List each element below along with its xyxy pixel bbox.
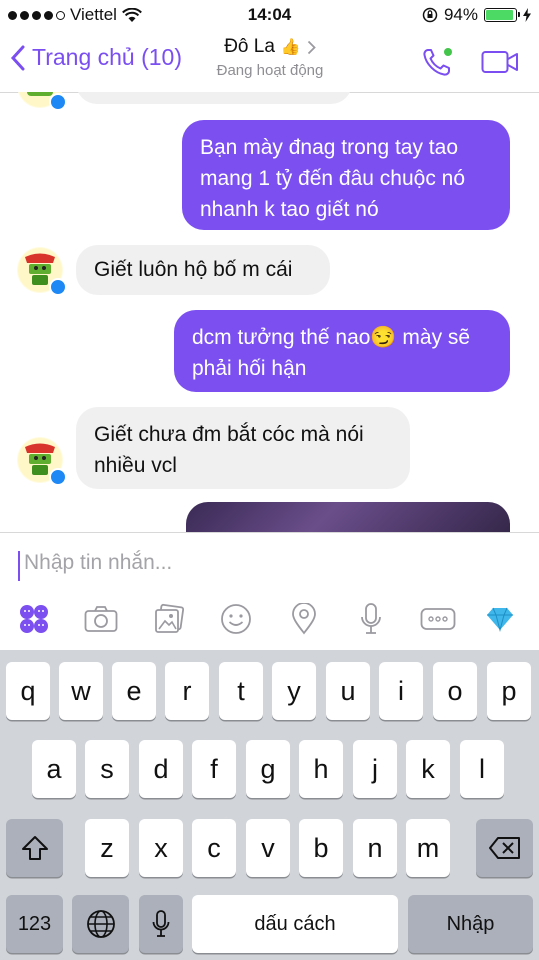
key-j[interactable]: j — [353, 740, 397, 798]
camera-button[interactable] — [83, 601, 119, 637]
key-o[interactable]: o — [433, 662, 477, 720]
key-q[interactable]: q — [6, 662, 50, 720]
microphone-icon — [152, 910, 170, 937]
messenger-badge-icon — [49, 468, 67, 486]
message-text: Giết chưa đm bắt cóc mà nói nhiều vcl — [94, 423, 364, 477]
charging-icon — [523, 8, 531, 22]
camera-icon — [84, 606, 118, 632]
backspace-key[interactable] — [476, 819, 533, 877]
message-input-placeholder: Nhập tin nhắn... — [24, 551, 173, 574]
message-bubble-outgoing[interactable]: Bạn mày đnag trong tay tao mang 1 tỷ đến… — [182, 120, 510, 230]
shift-icon — [21, 836, 48, 860]
back-label: Trang chủ (10) — [32, 44, 182, 70]
return-key[interactable]: Nhập — [408, 895, 533, 953]
key-x[interactable]: x — [139, 819, 183, 877]
message-input[interactable]: Nhập tin nhắn... — [18, 551, 504, 581]
message-bubble-incoming[interactable]: Giết chưa đm bắt cóc mà nói nhiều vcl — [76, 407, 410, 489]
globe-icon — [86, 910, 115, 938]
key-p[interactable]: p — [487, 662, 531, 720]
contact-avatar[interactable] — [17, 437, 67, 486]
more-options-button[interactable] — [420, 601, 456, 637]
photo-message[interactable] — [186, 502, 510, 532]
key-k[interactable]: k — [406, 740, 450, 798]
key-z[interactable]: z — [85, 819, 129, 877]
stickers-button[interactable] — [16, 601, 52, 637]
messenger-badge-icon — [49, 93, 67, 111]
key-l[interactable]: l — [460, 740, 504, 798]
location-button[interactable] — [286, 601, 322, 637]
payment-button[interactable] — [482, 601, 518, 637]
key-a[interactable]: a — [32, 740, 76, 798]
location-pin-icon — [292, 603, 316, 635]
message-list[interactable]: Bạn mày đnag trong tay tao mang 1 tỷ đến… — [0, 92, 539, 532]
numbers-key[interactable]: 123 — [6, 895, 63, 953]
more-dots-icon — [420, 608, 456, 630]
key-d[interactable]: d — [139, 740, 183, 798]
status-bar: Viettel 14:04 94% — [0, 0, 539, 30]
voice-record-button[interactable] — [353, 601, 389, 637]
key-h[interactable]: h — [299, 740, 343, 798]
diamond-icon — [487, 607, 513, 632]
dictation-key[interactable] — [139, 895, 183, 953]
contact-avatar[interactable] — [17, 92, 67, 111]
contact-emoji: 👍 — [280, 39, 301, 56]
conversation-header: Trang chủ (10) Đô La 👍 Đang hoạt động — [0, 30, 539, 93]
battery-percent: 94% — [443, 5, 478, 24]
message-text: Giết luôn hộ bố m cái — [94, 258, 293, 281]
key-i[interactable]: i — [379, 662, 423, 720]
backspace-icon — [488, 837, 520, 859]
message-bubble-outgoing[interactable]: dcm tưởng thế nao😏 mày sẽ phải hối hận — [174, 310, 510, 392]
key-s[interactable]: s — [85, 740, 129, 798]
battery-icon — [484, 8, 520, 22]
orientation-lock-icon — [422, 7, 438, 23]
smiley-icon — [221, 604, 251, 634]
video-call-icon[interactable] — [481, 49, 519, 75]
key-f[interactable]: f — [192, 740, 236, 798]
key-c[interactable]: c — [192, 819, 236, 877]
contact-status: Đang hoạt động — [216, 62, 324, 79]
chevron-right-icon — [307, 40, 316, 54]
key-r[interactable]: r — [165, 662, 209, 720]
phone-call-icon[interactable] — [421, 46, 453, 78]
back-button[interactable]: Trang chủ (10) — [10, 44, 182, 71]
message-bubble-partial — [76, 92, 352, 104]
key-w[interactable]: w — [59, 662, 103, 720]
messenger-badge-icon — [49, 278, 67, 296]
key-m[interactable]: m — [406, 819, 450, 877]
space-key[interactable]: dấu cách — [192, 895, 398, 953]
key-b[interactable]: b — [299, 819, 343, 877]
gallery-icon — [155, 603, 185, 633]
message-text: Bạn mày đnag trong tay tao mang 1 tỷ đến… — [200, 136, 466, 221]
message-composer: Nhập tin nhắn... — [0, 532, 539, 651]
key-t[interactable]: t — [219, 662, 263, 720]
message-bubble-incoming[interactable]: Giết luôn hộ bố m cái — [76, 245, 330, 295]
microphone-icon — [361, 603, 381, 634]
contact-info-button[interactable]: Đô La 👍 Đang hoạt động — [190, 36, 350, 79]
key-v[interactable]: v — [246, 819, 290, 877]
key-u[interactable]: u — [326, 662, 370, 720]
stickers-icon — [20, 605, 48, 633]
key-y[interactable]: y — [272, 662, 316, 720]
contact-name: Đô La — [224, 36, 275, 57]
key-n[interactable]: n — [353, 819, 397, 877]
keyboard: q w e r t y u i o p a s d f g h j k l z … — [0, 650, 539, 960]
message-text: dcm tưởng thế nao😏 mày sẽ phải hối hận — [192, 326, 471, 380]
gallery-button[interactable] — [151, 601, 187, 637]
key-e[interactable]: e — [112, 662, 156, 720]
chevron-left-icon — [10, 45, 25, 70]
emoji-button[interactable] — [218, 601, 254, 637]
shift-key[interactable] — [6, 819, 63, 877]
language-key[interactable] — [72, 895, 129, 953]
contact-avatar[interactable] — [17, 247, 67, 296]
key-g[interactable]: g — [246, 740, 290, 798]
composer-toolbar — [0, 601, 539, 641]
